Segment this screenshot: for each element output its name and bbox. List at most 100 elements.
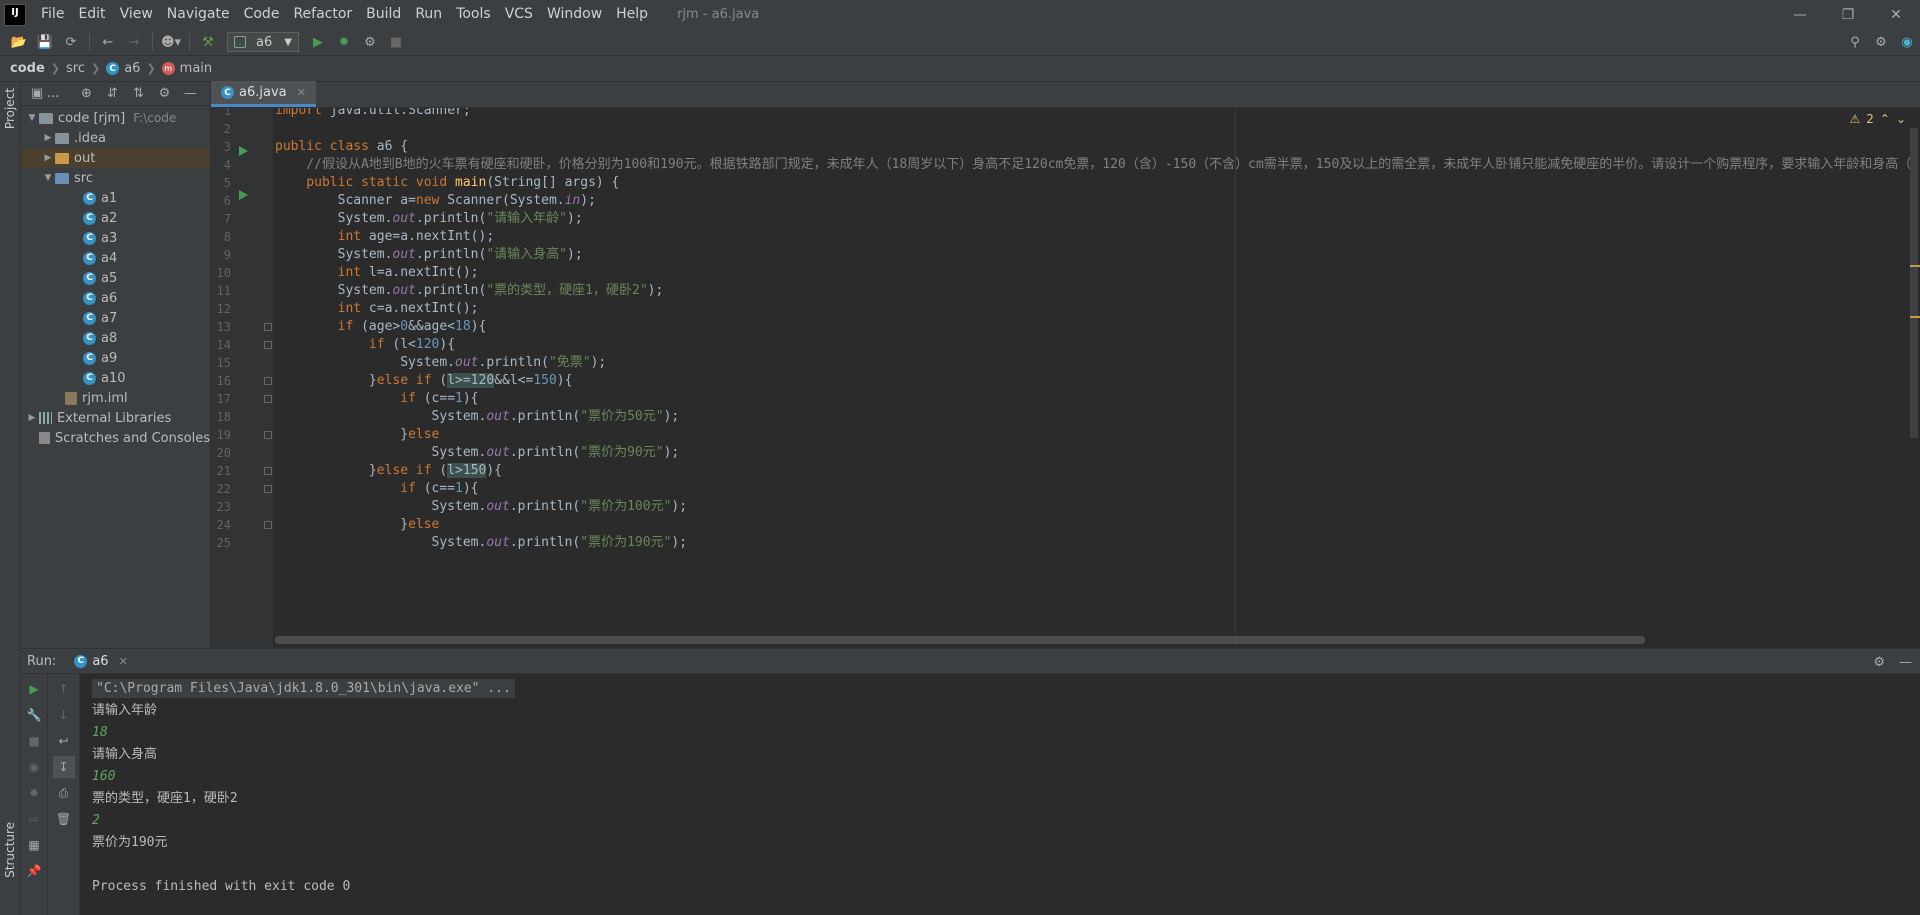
- soft-wrap-icon[interactable]: ↩: [53, 730, 75, 752]
- menu-navigate[interactable]: Navigate: [160, 0, 237, 29]
- chevron-up-icon[interactable]: ⌃: [1880, 112, 1890, 126]
- fold-icon[interactable]: [264, 485, 272, 493]
- build-hammer-icon[interactable]: ⚒: [197, 31, 219, 53]
- menu-code[interactable]: Code: [237, 0, 287, 29]
- search-icon[interactable]: ⚲: [1844, 32, 1866, 54]
- fold-icon[interactable]: [264, 521, 272, 529]
- collapse-all-icon[interactable]: ⇅: [127, 83, 149, 105]
- editor-horizontal-scrollbar[interactable]: [275, 636, 1645, 644]
- menu-file[interactable]: File: [34, 0, 71, 29]
- open-folder-icon[interactable]: 📂: [8, 31, 30, 53]
- panel-settings-icon[interactable]: ⚙: [153, 83, 175, 105]
- run-class-gutter-icon[interactable]: [239, 146, 248, 156]
- debug-icon[interactable]: ✸: [23, 782, 45, 804]
- tree-item-a2[interactable]: Ca2: [21, 208, 210, 228]
- chevron-right-icon[interactable]: ▶: [25, 413, 39, 423]
- code-line[interactable]: 8 int age=a.nextInt();: [211, 228, 1920, 246]
- locate-icon[interactable]: ⊕: [75, 83, 97, 105]
- code-line[interactable]: 20 System.out.println("票价为90元");: [211, 444, 1920, 462]
- camera-icon[interactable]: ◉: [23, 756, 45, 778]
- code-line[interactable]: 12 int c=a.nextInt();: [211, 300, 1920, 318]
- stop-icon[interactable]: ■: [23, 730, 45, 752]
- tree-item-scratches[interactable]: Scratches and Consoles: [21, 428, 210, 448]
- scroll-up-icon[interactable]: ↑: [53, 678, 75, 700]
- code-line[interactable]: 25 System.out.println("票价为190元");: [211, 534, 1920, 552]
- code-line[interactable]: 10 int l=a.nextInt();: [211, 264, 1920, 282]
- code-line[interactable]: 5 public static void main(String[] args)…: [211, 174, 1920, 192]
- print-icon[interactable]: ⎙: [53, 782, 75, 804]
- project-view-icon[interactable]: ▣: [29, 83, 45, 105]
- menu-window[interactable]: Window: [540, 0, 609, 29]
- tree-item-a10[interactable]: Ca10: [21, 368, 210, 388]
- sync-icon[interactable]: ⟳: [60, 31, 82, 53]
- run-configuration-select[interactable]: a6 ▼: [227, 32, 299, 52]
- menu-build[interactable]: Build: [359, 0, 408, 29]
- breadcrumb-a6[interactable]: C a6: [106, 61, 140, 76]
- code-line[interactable]: 22 if (c==1){: [211, 480, 1920, 498]
- chevron-right-icon[interactable]: ▶: [41, 153, 55, 163]
- close-icon[interactable]: ✕: [1872, 0, 1920, 29]
- restore-icon[interactable]: ❐: [1824, 0, 1872, 29]
- breadcrumb-src[interactable]: src: [66, 61, 85, 76]
- close-tab-icon[interactable]: ✕: [119, 655, 128, 668]
- breadcrumb-code[interactable]: code: [10, 61, 45, 76]
- forward-arrow-icon[interactable]: →: [123, 31, 145, 53]
- intellij-logo-icon[interactable]: IJ: [4, 3, 26, 26]
- project-view-dropdown[interactable]: ...: [47, 86, 59, 101]
- menu-run[interactable]: Run: [408, 0, 449, 29]
- layout-icon[interactable]: ▦: [23, 834, 45, 856]
- save-icon[interactable]: 💾: [34, 31, 56, 53]
- menu-tools[interactable]: Tools: [449, 0, 498, 29]
- minimize-icon[interactable]: —: [1776, 0, 1824, 29]
- warning-stripe[interactable]: [1910, 265, 1920, 267]
- scroll-down-icon[interactable]: ↓: [53, 704, 75, 726]
- chevron-down-icon[interactable]: ⌄: [1896, 112, 1906, 126]
- tree-item-a8[interactable]: Ca8: [21, 328, 210, 348]
- stop-icon[interactable]: ■: [385, 31, 407, 53]
- tree-item-a9[interactable]: Ca9: [21, 348, 210, 368]
- pin-icon[interactable]: 📌: [23, 860, 45, 882]
- code-line[interactable]: 9 System.out.println("请输入身高");: [211, 246, 1920, 264]
- tree-item-out[interactable]: ▶ out: [21, 148, 210, 168]
- project-tool-button[interactable]: Project: [3, 88, 17, 129]
- code-line[interactable]: 13 if (age>0&&age<18){: [211, 318, 1920, 336]
- run-main-gutter-icon[interactable]: [239, 190, 248, 200]
- code-line[interactable]: 6 Scanner a=new Scanner(System.in);: [211, 192, 1920, 210]
- wrench-icon[interactable]: 🔧: [23, 704, 45, 726]
- code-line[interactable]: 24 }else: [211, 516, 1920, 534]
- chevron-right-icon[interactable]: ▶: [41, 133, 55, 143]
- code-line[interactable]: 7 System.out.println("请输入年龄");: [211, 210, 1920, 228]
- fold-icon[interactable]: [264, 467, 272, 475]
- tree-item-a3[interactable]: Ca3: [21, 228, 210, 248]
- code-line[interactable]: 11 System.out.println("票的类型，硬座1，硬卧2");: [211, 282, 1920, 300]
- code-line[interactable]: 3 public class a6 {: [211, 138, 1920, 156]
- fold-icon[interactable]: [264, 377, 272, 385]
- tree-item-a1[interactable]: Ca1: [21, 188, 210, 208]
- code-line[interactable]: 17 if (c==1){: [211, 390, 1920, 408]
- tree-item-iml[interactable]: rjm.iml: [21, 388, 210, 408]
- menu-refactor[interactable]: Refactor: [286, 0, 359, 29]
- fold-icon[interactable]: [264, 395, 272, 403]
- exit-icon[interactable]: ⇨: [23, 808, 45, 830]
- code-line[interactable]: 19 }else: [211, 426, 1920, 444]
- menu-edit[interactable]: Edit: [71, 0, 112, 29]
- run-icon[interactable]: ▶: [307, 31, 329, 53]
- fold-icon[interactable]: [264, 341, 272, 349]
- editor-vertical-scrollbar[interactable]: [1910, 128, 1918, 438]
- user-dropdown-icon[interactable]: ☻▾: [160, 31, 182, 53]
- code-line[interactable]: 18 System.out.println("票价为50元");: [211, 408, 1920, 426]
- code-line[interactable]: 1 import java.util.Scanner;: [211, 108, 1920, 120]
- chevron-down-icon[interactable]: ▼: [41, 173, 55, 183]
- tree-item-a6[interactable]: Ca6: [21, 288, 210, 308]
- hide-run-panel-icon[interactable]: —: [1899, 655, 1912, 670]
- run-tab-a6[interactable]: C a6 ✕: [74, 654, 128, 669]
- tree-item-external-libraries[interactable]: ▶ External Libraries: [21, 408, 210, 428]
- code-line[interactable]: 21 }else if (l>150){: [211, 462, 1920, 480]
- tree-item-a5[interactable]: Ca5: [21, 268, 210, 288]
- tree-item-src[interactable]: ▼ src: [21, 168, 210, 188]
- menu-vcs[interactable]: VCS: [498, 0, 540, 29]
- scroll-to-end-icon[interactable]: ↧: [52, 756, 75, 778]
- warning-stripe[interactable]: [1910, 316, 1920, 318]
- settings-gear-icon[interactable]: ⚙: [1870, 32, 1892, 54]
- coverage-icon[interactable]: ⚙: [359, 31, 381, 53]
